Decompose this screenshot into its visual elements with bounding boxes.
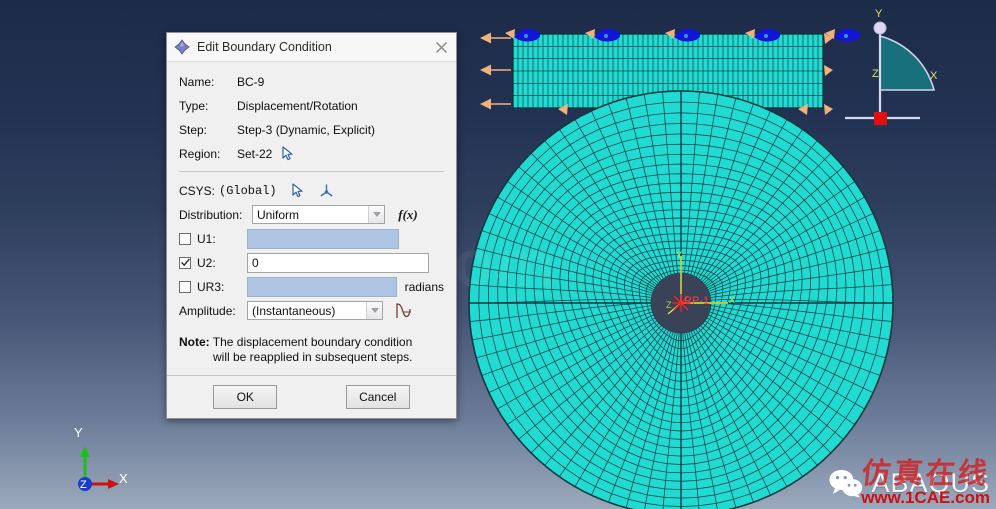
close-icon[interactable] bbox=[430, 37, 452, 57]
step-label: Step: bbox=[179, 122, 208, 137]
name-label: Name: bbox=[179, 74, 215, 89]
axes-triad-icon[interactable] bbox=[318, 182, 336, 200]
u2-checkbox-wrap[interactable]: U2: bbox=[179, 256, 247, 270]
amplitude-value: (Instantaneous) bbox=[252, 303, 336, 318]
u1-input[interactable] bbox=[247, 228, 399, 249]
note-keyword: Note: bbox=[179, 335, 210, 349]
ur3-checkbox-wrap[interactable]: UR3: bbox=[179, 280, 247, 294]
dialog-title: Edit Boundary Condition bbox=[197, 40, 332, 54]
row-u1: U1: bbox=[179, 228, 444, 249]
region-value: Set-22 bbox=[237, 146, 273, 161]
divider-1 bbox=[179, 171, 444, 172]
note-line-1: The displacement boundary condition bbox=[212, 335, 413, 349]
row-step: Step: Step-3 (Dynamic, Explicit) bbox=[179, 119, 444, 140]
dialog-footer: OK Cancel bbox=[167, 375, 456, 418]
edit-boundary-condition-dialog[interactable]: Edit Boundary Condition Name: BC-9 Type:… bbox=[166, 32, 457, 419]
dialog-titlebar[interactable]: Edit Boundary Condition bbox=[167, 33, 456, 62]
u2-checkbox[interactable] bbox=[179, 256, 191, 269]
abaqus-viewport: RP-1 Y X Z Z 1CAE.com Y X Y X Z bbox=[0, 0, 996, 509]
ur3-unit: radians bbox=[404, 279, 444, 294]
row-u2: U2: 0 bbox=[179, 252, 444, 273]
triad-z-label: Z bbox=[80, 479, 87, 491]
rp-axis-y-label: Y bbox=[676, 250, 682, 260]
type-value: Displacement/Rotation bbox=[237, 98, 358, 113]
cursor-pick-icon[interactable] bbox=[289, 182, 307, 200]
abaqus-diamond-icon bbox=[174, 39, 190, 55]
u2-label: U2: bbox=[197, 255, 216, 270]
chevron-down-icon[interactable] bbox=[368, 206, 384, 223]
step-value: Step-3 (Dynamic, Explicit) bbox=[237, 122, 376, 137]
note-line-2: will be reapplied in subsequent steps. bbox=[213, 350, 413, 364]
amplitude-select[interactable]: (Instantaneous) bbox=[247, 301, 383, 320]
u1-checkbox[interactable] bbox=[179, 232, 191, 245]
region-label: Region: bbox=[179, 146, 221, 161]
csys-label: CSYS: bbox=[179, 183, 216, 198]
rp-label: RP-1 bbox=[684, 295, 709, 307]
name-value: BC-9 bbox=[237, 74, 265, 89]
row-type: Type: Displacement/Rotation bbox=[179, 95, 444, 116]
u2-value: 0 bbox=[252, 255, 259, 270]
axis-triad: Z bbox=[78, 446, 119, 491]
ok-button[interactable]: OK bbox=[213, 385, 278, 409]
ur3-checkbox[interactable] bbox=[179, 280, 191, 293]
dialog-body: Name: BC-9 Type: Displacement/Rotation S… bbox=[167, 62, 456, 365]
cursor-pick-icon[interactable] bbox=[278, 145, 296, 163]
rp-axis-z-label: Z bbox=[666, 300, 672, 310]
model-graphics: RP-1 Y X Z Z bbox=[78, 21, 936, 509]
ur3-label: UR3: bbox=[197, 279, 225, 294]
amplitude-curve-icon[interactable] bbox=[393, 301, 413, 321]
u1-checkbox-wrap[interactable]: U1: bbox=[179, 232, 247, 246]
row-amplitude: Amplitude: (Instantaneous) bbox=[179, 300, 444, 321]
row-ur3: UR3: radians bbox=[179, 276, 444, 297]
u1-label: U1: bbox=[197, 231, 216, 246]
row-region: Region: Set-22 bbox=[179, 143, 444, 164]
chevron-down-icon[interactable] bbox=[366, 302, 382, 319]
fx-icon[interactable]: f(x) bbox=[397, 206, 419, 224]
distribution-label: Distribution: bbox=[179, 207, 243, 222]
ur3-input[interactable] bbox=[247, 276, 397, 297]
row-distribution: Distribution: Uniform f(x) bbox=[179, 204, 444, 225]
amplitude-label: Amplitude: bbox=[179, 303, 236, 318]
row-name: Name: BC-9 bbox=[179, 71, 444, 92]
cancel-button[interactable]: Cancel bbox=[345, 385, 410, 409]
csys-value: (Global) bbox=[219, 183, 277, 198]
type-label: Type: bbox=[179, 98, 209, 113]
u2-input[interactable]: 0 bbox=[247, 252, 429, 273]
distribution-select[interactable]: Uniform bbox=[252, 205, 385, 224]
distribution-value: Uniform bbox=[257, 207, 300, 222]
note-text: Note: The displacement boundary conditio… bbox=[179, 335, 444, 365]
row-csys: CSYS: (Global) bbox=[179, 180, 444, 201]
rp-axis-x-label: X bbox=[729, 295, 735, 305]
